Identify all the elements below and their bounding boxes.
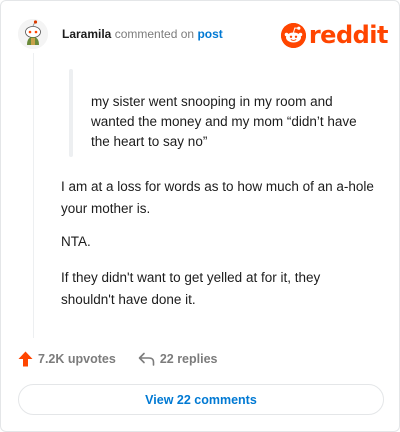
reddit-wordmark: reddit — [308, 21, 389, 49]
upvote-arrow-icon — [18, 351, 33, 367]
thread-line — [33, 53, 34, 338]
username-link[interactable]: Laramila — [62, 27, 111, 41]
comment-header: Laramila commented on post reddit — [18, 15, 389, 55]
comment-actions: 7.2K upvotes 22 replies — [18, 348, 388, 370]
post-link[interactable]: post — [197, 27, 222, 41]
upvote-button[interactable]: 7.2K upvotes — [18, 351, 116, 367]
reddit-logo[interactable]: reddit — [280, 21, 389, 49]
reddit-snoo-icon — [280, 22, 306, 48]
comment-paragraph: If they didn't want to get yelled at for… — [61, 270, 321, 307]
comment-card: Laramila commented on post reddit my sis… — [0, 0, 400, 432]
comment-paragraph: I am at a loss for words as to how much … — [61, 179, 374, 216]
reply-arrow-icon — [138, 352, 155, 366]
comment-paragraph: NTA. — [61, 234, 91, 249]
byline: Laramila commented on post — [62, 27, 223, 41]
quoted-text: my sister went snooping in my room and w… — [91, 94, 357, 149]
byline-action: commented on — [114, 27, 195, 41]
reply-count: 22 replies — [159, 352, 218, 366]
snoo-avatar-icon[interactable] — [18, 19, 48, 49]
quote-bar — [69, 69, 73, 157]
upvote-count: 7.2K upvotes — [38, 352, 116, 366]
view-comments-button[interactable]: View 22 comments — [18, 384, 384, 415]
replies-button[interactable]: 22 replies — [138, 352, 218, 366]
